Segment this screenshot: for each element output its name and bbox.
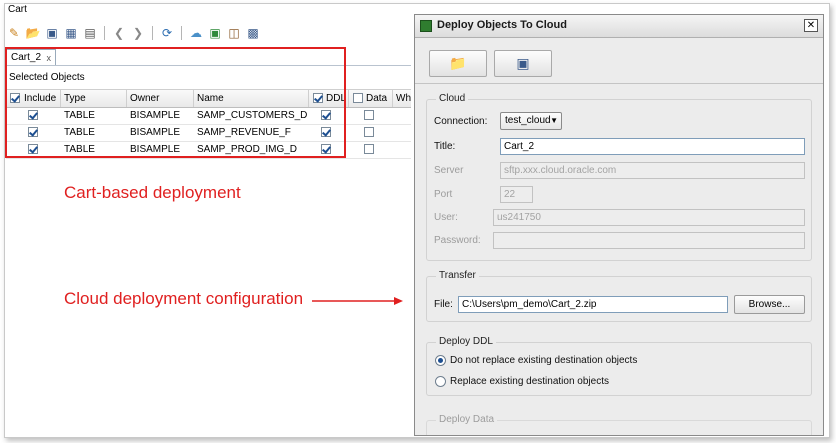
new-icon[interactable]: ✎ <box>6 25 22 41</box>
forward-arrow-icon[interactable]: ❯ <box>130 25 146 41</box>
window-title: Cart <box>8 4 27 15</box>
open-folder-icon[interactable]: 📂 <box>25 25 41 41</box>
cart-highlight-box <box>5 47 346 158</box>
open-folder-icon: 📁 <box>449 55 467 71</box>
cloud-config-annotation: Cloud deployment configuration <box>64 289 304 308</box>
do-not-replace-label[interactable]: Do not replace existing destination obje… <box>450 355 637 366</box>
save-icon[interactable]: ▣ <box>44 25 60 41</box>
port-input[interactable]: 22 <box>500 186 533 203</box>
save-button[interactable]: ▣ <box>494 50 552 77</box>
deploy-data-group-title: Deploy Data <box>436 414 498 425</box>
user-input[interactable]: us241750 <box>493 209 805 226</box>
paste-icon[interactable]: ▩ <box>245 25 261 41</box>
toolbar-separator <box>152 26 153 40</box>
toolbar: ✎ 📂 ▣ ▦ ▤ ❮ ❯ ⟳ ☁ ▣ ◫ ▩ <box>6 23 261 43</box>
open-button[interactable]: 📁 <box>429 50 487 77</box>
do-not-replace-radio[interactable] <box>435 355 446 366</box>
data-all-checkbox[interactable] <box>353 93 363 103</box>
column-where[interactable]: Whe <box>393 90 411 107</box>
cart-based-annotation: Cart-based deployment <box>64 183 241 202</box>
data-checkbox[interactable] <box>364 110 374 120</box>
deploy-ddl-group <box>426 342 812 396</box>
copy-icon[interactable]: ◫ <box>226 25 242 41</box>
toolbar-divider <box>415 83 823 84</box>
title-label: Title: <box>434 141 456 152</box>
file-label: File: <box>434 299 453 310</box>
cloud-group-title: Cloud <box>436 93 469 104</box>
close-button[interactable]: ✕ <box>804 19 818 32</box>
connection-select[interactable]: test_cloud ▼ <box>500 112 562 130</box>
replace-label[interactable]: Replace existing destination objects <box>450 376 609 387</box>
replace-radio[interactable] <box>435 376 446 387</box>
save-all-icon[interactable]: ▦ <box>63 25 79 41</box>
password-label: Password: <box>434 235 481 246</box>
toolbar-separator <box>104 26 105 40</box>
toolbar-separator <box>181 26 182 40</box>
user-label: User: <box>434 212 458 223</box>
dialog-title: Deploy Objects To Cloud <box>437 19 567 31</box>
cloud-icon[interactable]: ☁ <box>188 25 204 41</box>
annotation-arrow-icon <box>312 297 403 305</box>
print-icon[interactable]: ▤ <box>82 25 98 41</box>
connection-label: Connection: <box>434 116 488 127</box>
export-icon[interactable]: ▣ <box>207 25 223 41</box>
back-arrow-icon[interactable]: ❮ <box>111 25 127 41</box>
title-input[interactable]: Cart_2 <box>500 138 805 155</box>
data-checkbox[interactable] <box>364 127 374 137</box>
data-checkbox[interactable] <box>364 144 374 154</box>
server-input[interactable]: sftp.xxx.cloud.oracle.com <box>500 162 805 179</box>
transfer-group-title: Transfer <box>436 270 479 281</box>
port-label: Port <box>434 189 453 200</box>
save-icon: ▣ <box>516 55 530 71</box>
chevron-down-icon: ▼ <box>550 116 558 125</box>
browse-button[interactable]: Browse... <box>734 295 805 314</box>
deploy-dialog-icon <box>420 20 432 32</box>
refresh-deploy-icon[interactable]: ⟳ <box>159 25 175 41</box>
deploy-dialog: Deploy Objects To Cloud ✕ 📁 ▣ Cloud Conn… <box>414 14 824 436</box>
column-data[interactable]: Data <box>349 90 393 107</box>
server-label: Server <box>434 165 464 176</box>
file-input[interactable]: C:\Users\pm_demo\Cart_2.zip <box>458 296 728 313</box>
deploy-ddl-group-title: Deploy DDL <box>436 336 496 347</box>
password-input[interactable] <box>493 232 805 249</box>
